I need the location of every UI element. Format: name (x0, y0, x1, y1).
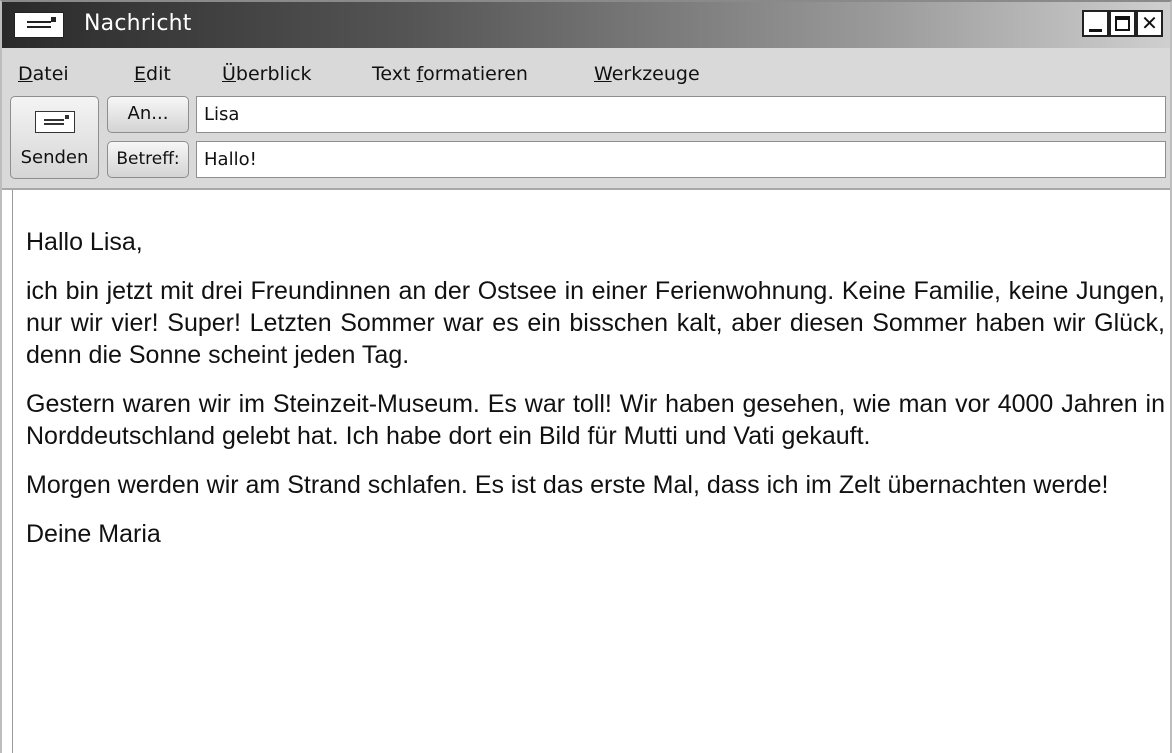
send-label: Senden (20, 147, 89, 168)
menu-text-formatieren[interactable]: Text formatieren (372, 63, 528, 85)
toolbar-area: Datei Edit Überblick Text formatieren We… (2, 48, 1170, 190)
message-paragraph: ich bin jetzt mit drei Freundinnen an de… (26, 277, 1165, 369)
subject-button[interactable]: Betreff: (107, 141, 189, 178)
menu-edit[interactable]: Edit (134, 63, 171, 85)
envelope-icon (14, 12, 64, 38)
menu-mnemonic: W (594, 63, 612, 85)
envelope-icon (35, 111, 75, 133)
message-body[interactable]: Hallo Lisa, ich bin jetzt mit drei Freun… (12, 190, 1169, 753)
menu-ueberblick[interactable]: Überblick (222, 63, 312, 85)
send-button[interactable]: Senden (10, 96, 99, 179)
menu-mnemonic: D (18, 63, 33, 85)
maximize-icon[interactable] (1109, 10, 1136, 37)
menu-label: dit (146, 63, 171, 85)
greeting: Hallo Lisa, (26, 228, 143, 256)
title-bar: Nachricht ✕ (2, 2, 1170, 48)
menu-datei[interactable]: Datei (18, 63, 69, 85)
message-window: Nachricht ✕ Datei Edit Überblick Text fo… (0, 0, 1172, 753)
menu-label: berblick (235, 63, 312, 85)
subject-field[interactable]: Hallo! (196, 141, 1166, 178)
menu-label: atei (32, 63, 69, 85)
signature: Deine Maria (26, 520, 161, 548)
close-icon[interactable]: ✕ (1136, 10, 1163, 37)
to-button[interactable]: An... (107, 96, 189, 133)
message-paragraph: Gestern waren wir im Steinzeit-Museum. E… (26, 390, 1165, 450)
minimize-icon[interactable] (1082, 10, 1109, 37)
menu-mnemonic: E (134, 63, 147, 85)
menu-werkzeuge[interactable]: Werkzeuge (594, 63, 700, 85)
to-field[interactable]: Lisa (196, 96, 1166, 133)
menu-label: erkzeuge (611, 63, 700, 85)
window-title: Nachricht (84, 11, 192, 36)
message-text: Hallo Lisa, ich bin jetzt mit drei Freun… (26, 226, 1165, 567)
menu-label: Text (372, 63, 417, 85)
menu-mnemonic: Ü (222, 63, 236, 85)
message-paragraph: Morgen werden wir am Strand schlafen. Es… (26, 471, 1109, 499)
menu-label: ormatieren (423, 63, 528, 85)
